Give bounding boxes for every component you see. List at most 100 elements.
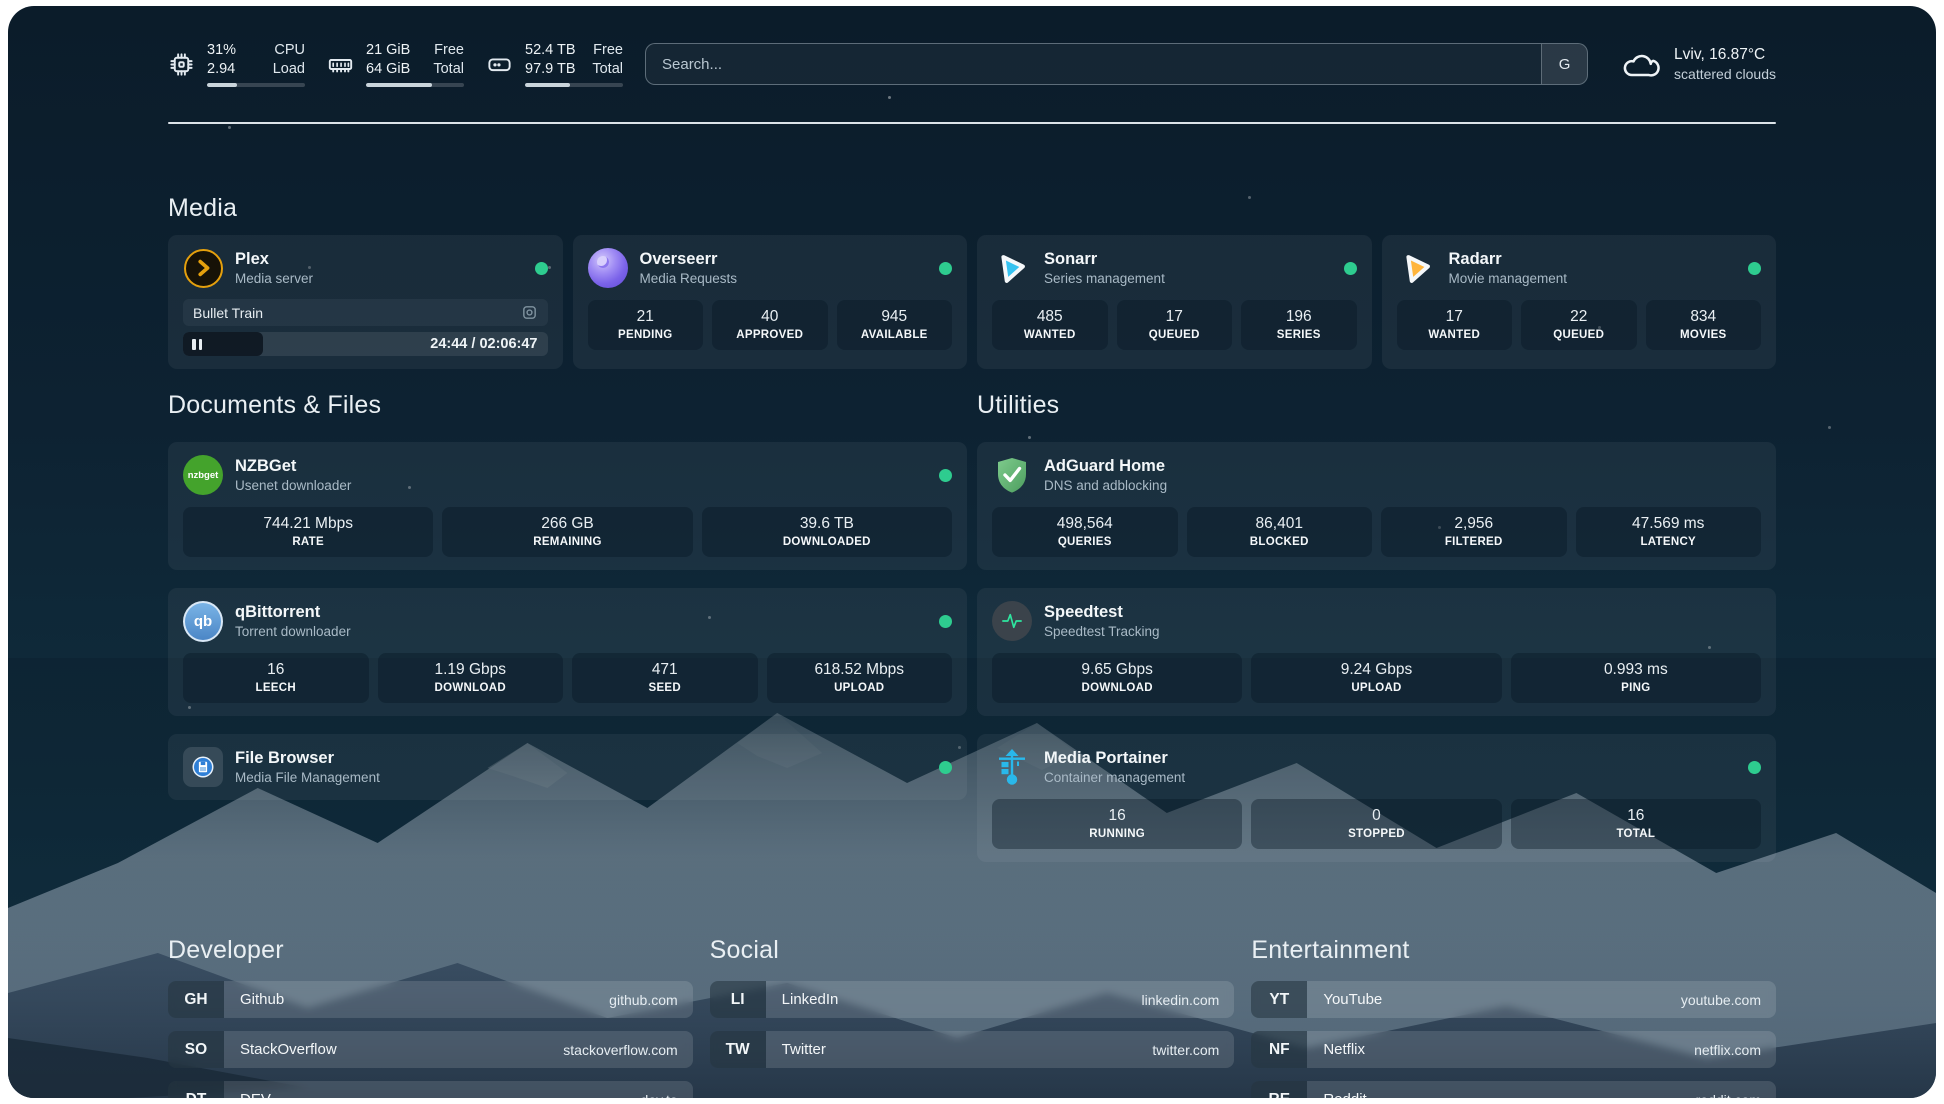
service-name: Plex bbox=[235, 250, 313, 269]
service-description: Series management bbox=[1044, 271, 1165, 286]
stat-block: 16RUNNING bbox=[992, 799, 1242, 849]
section-title-social: Social bbox=[710, 936, 1235, 965]
card-speedtest[interactable]: Speedtest Speedtest Tracking 9.65 GbpsDO… bbox=[977, 588, 1776, 716]
cast-icon bbox=[521, 304, 538, 321]
card-adguard[interactable]: AdGuard Home DNS and adblocking 498,564Q… bbox=[977, 442, 1776, 570]
weather-location-temp: Lviv, 16.87°C bbox=[1674, 45, 1776, 65]
card-radarr[interactable]: Radarr Movie management 17WANTED 22QUEUE… bbox=[1382, 235, 1777, 369]
bookmark-name: Netflix bbox=[1323, 1041, 1365, 1058]
bookmark-abbr: SO bbox=[168, 1031, 224, 1068]
status-dot bbox=[535, 262, 548, 275]
service-name: Speedtest bbox=[1044, 603, 1160, 622]
stat-block: 22QUEUED bbox=[1521, 300, 1637, 350]
stat-block: 471SEED bbox=[572, 653, 758, 703]
service-name: qBittorrent bbox=[235, 603, 351, 622]
stat-block: 2,956FILTERED bbox=[1381, 507, 1567, 557]
bookmark-youtube[interactable]: YT YouTube youtube.com bbox=[1251, 981, 1776, 1018]
cpu-values: 31% 2.94 bbox=[207, 41, 236, 79]
stat-block: 17WANTED bbox=[1397, 300, 1513, 350]
stat-block: 744.21 MbpsRATE bbox=[183, 507, 433, 557]
card-filebrowser[interactable]: File Browser Media File Management bbox=[168, 734, 967, 800]
bookmark-url: stackoverflow.com bbox=[563, 1042, 677, 1058]
service-name: NZBGet bbox=[235, 457, 351, 476]
bookmark-twitter[interactable]: TW Twitter twitter.com bbox=[710, 1031, 1235, 1068]
section-title-media: Media bbox=[168, 194, 1776, 223]
stat-block: 618.52 MbpsUPLOAD bbox=[767, 653, 953, 703]
speedtest-icon bbox=[992, 601, 1032, 641]
stat-block: 945AVAILABLE bbox=[837, 300, 953, 350]
stat-block: 1.19 GbpsDOWNLOAD bbox=[378, 653, 564, 703]
service-description: Media Requests bbox=[640, 271, 738, 286]
service-description: Torrent downloader bbox=[235, 624, 351, 639]
stat-block: 40APPROVED bbox=[712, 300, 828, 350]
bookmark-name: Reddit bbox=[1323, 1091, 1366, 1098]
bookmark-name: StackOverflow bbox=[240, 1041, 337, 1058]
now-playing-row: Bullet Train bbox=[183, 299, 548, 326]
search-input[interactable] bbox=[646, 44, 1541, 84]
cloud-icon bbox=[1618, 43, 1660, 85]
stat-block: 485WANTED bbox=[992, 300, 1108, 350]
bookmark-github[interactable]: GH Github github.com bbox=[168, 981, 693, 1018]
service-name: Radarr bbox=[1449, 250, 1568, 269]
cpu-widget: 31% 2.94 CPU Load bbox=[168, 41, 305, 88]
search-bar: G bbox=[645, 43, 1588, 85]
disk-labels: Free Total bbox=[592, 41, 623, 79]
bookmark-name: DEV bbox=[240, 1091, 271, 1098]
cpu-icon bbox=[168, 51, 195, 78]
bookmark-linkedin[interactable]: LI LinkedIn linkedin.com bbox=[710, 981, 1235, 1018]
bookmark-netflix[interactable]: NF Netflix netflix.com bbox=[1251, 1031, 1776, 1068]
search-provider-button[interactable]: G bbox=[1541, 44, 1587, 84]
disk-progress-bar bbox=[525, 83, 623, 88]
service-description: Usenet downloader bbox=[235, 478, 351, 493]
bookmark-url: twitter.com bbox=[1152, 1042, 1219, 1058]
service-description: Media File Management bbox=[235, 770, 380, 785]
nzbget-icon: nzbget bbox=[183, 455, 223, 495]
weather-condition: scattered clouds bbox=[1674, 65, 1776, 83]
bookmark-abbr: GH bbox=[168, 981, 224, 1018]
entertainment-bookmarks: Entertainment YT YouTube youtube.com NF … bbox=[1251, 936, 1776, 1098]
header-separator bbox=[168, 122, 1776, 124]
status-dot bbox=[1748, 761, 1761, 774]
resource-widgets: 31% 2.94 CPU Load bbox=[168, 41, 623, 88]
dashboard-window: 31% 2.94 CPU Load bbox=[8, 6, 1936, 1098]
stat-block: 498,564QUERIES bbox=[992, 507, 1178, 557]
bookmark-name: YouTube bbox=[1323, 991, 1382, 1008]
adguard-icon bbox=[992, 455, 1032, 495]
bookmark-abbr: NF bbox=[1251, 1031, 1307, 1068]
service-name: File Browser bbox=[235, 749, 380, 768]
service-name: AdGuard Home bbox=[1044, 457, 1167, 476]
card-plex[interactable]: Plex Media server Bullet Train 24:44 / 0 bbox=[168, 235, 563, 369]
stat-block: 0STOPPED bbox=[1251, 799, 1501, 849]
bookmark-abbr: TW bbox=[710, 1031, 766, 1068]
card-sonarr[interactable]: Sonarr Series management 485WANTED 17QUE… bbox=[977, 235, 1372, 369]
memory-values: 21 GiB 64 GiB bbox=[366, 41, 410, 79]
card-nzbget[interactable]: nzbget NZBGet Usenet downloader 744.21 M… bbox=[168, 442, 967, 570]
service-description: DNS and adblocking bbox=[1044, 478, 1167, 493]
section-title-entertainment: Entertainment bbox=[1251, 936, 1776, 965]
card-overseerr[interactable]: Overseerr Media Requests 21PENDING 40APP… bbox=[573, 235, 968, 369]
card-qbittorrent[interactable]: qb qBittorrent Torrent downloader 16LEEC… bbox=[168, 588, 967, 716]
bookmark-dev[interactable]: DT DEV dev.to bbox=[168, 1081, 693, 1098]
bookmark-url: github.com bbox=[609, 992, 677, 1008]
section-title-utilities: Utilities bbox=[977, 391, 1776, 420]
service-name: Sonarr bbox=[1044, 250, 1165, 269]
section-title-developer: Developer bbox=[168, 936, 693, 965]
memory-icon bbox=[327, 51, 354, 78]
card-portainer[interactable]: Media Portainer Container management 16R… bbox=[977, 734, 1776, 862]
bookmark-reddit[interactable]: RE Reddit reddit.com bbox=[1251, 1081, 1776, 1098]
service-description: Movie management bbox=[1449, 271, 1568, 286]
developer-bookmarks: Developer GH Github github.com SO StackO… bbox=[168, 936, 693, 1098]
pause-icon bbox=[192, 339, 202, 350]
section-title-documents: Documents & Files bbox=[168, 391, 967, 420]
memory-labels: Free Total bbox=[433, 41, 464, 79]
bookmark-url: reddit.com bbox=[1696, 1092, 1761, 1099]
bookmark-stackoverflow[interactable]: SO StackOverflow stackoverflow.com bbox=[168, 1031, 693, 1068]
stat-block: 266 GBREMAINING bbox=[442, 507, 692, 557]
bookmark-name: Twitter bbox=[782, 1041, 826, 1058]
stat-block: 0.993 msPING bbox=[1511, 653, 1761, 703]
stat-block: 47.569 msLATENCY bbox=[1576, 507, 1762, 557]
disk-icon bbox=[486, 51, 513, 78]
status-dot bbox=[1748, 262, 1761, 275]
disk-widget: 52.4 TB 97.9 TB Free Total bbox=[486, 41, 623, 88]
playback-time: 24:44 / 02:06:47 bbox=[430, 332, 537, 356]
